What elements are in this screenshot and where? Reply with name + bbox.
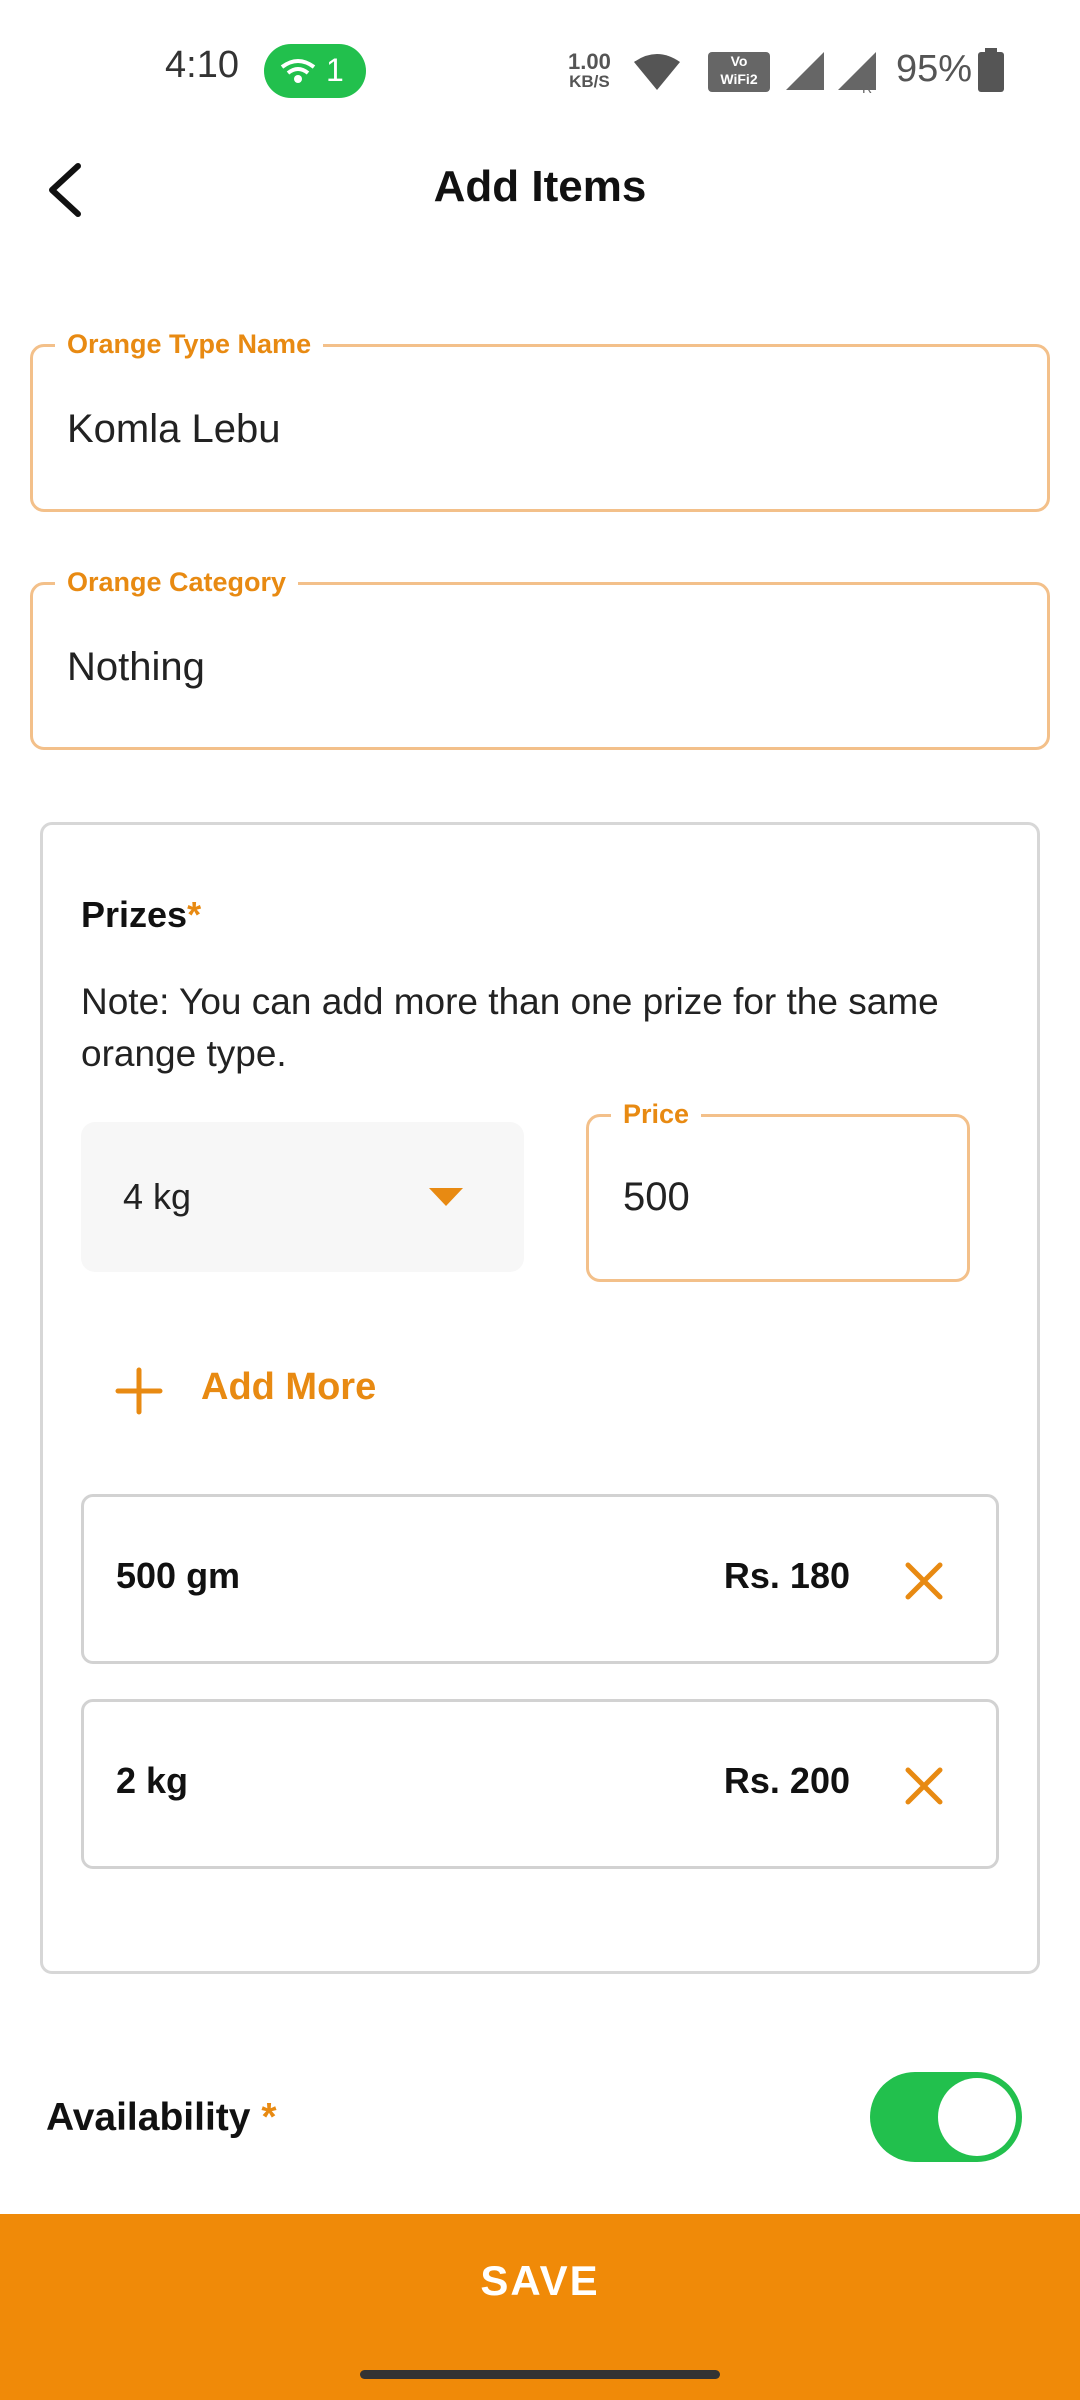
size-dropdown[interactable]: 4 kg <box>81 1122 524 1272</box>
dropdown-arrow-icon <box>429 1188 463 1206</box>
price-label: Price <box>611 1099 702 1130</box>
add-more-button[interactable]: Add More <box>201 1366 376 1409</box>
battery-icon <box>978 48 1004 92</box>
home-indicator[interactable] <box>360 2370 720 2379</box>
prizes-title: Prizes* <box>81 894 202 935</box>
hotspot-indicator: 1 <box>264 44 366 98</box>
net-speed-unit: KB/S <box>569 72 610 91</box>
hotspot-icon <box>280 59 316 83</box>
orange-category-label: Orange Category <box>55 567 299 598</box>
svg-text:R: R <box>862 80 872 94</box>
status-time: 4:10 <box>165 44 239 86</box>
price-value: 500 <box>623 1175 690 1219</box>
orange-category-field[interactable]: Orange Category Nothing <box>30 567 1050 750</box>
price-item-size: 2 kg <box>116 1760 189 1801</box>
availability-toggle[interactable] <box>870 2072 1022 2162</box>
price-item-size: 500 gm <box>116 1555 241 1596</box>
price-list-item: 2 kg Rs. 200 <box>81 1699 999 1869</box>
price-field[interactable]: Price 500 <box>586 1099 970 1282</box>
signal-icon <box>786 52 824 90</box>
orange-category-value: Nothing <box>67 645 205 689</box>
required-asterisk: * <box>261 2096 277 2139</box>
remove-icon[interactable] <box>902 1764 946 1808</box>
orange-type-name-field[interactable]: Orange Type Name Komla Lebu <box>30 329 1050 512</box>
price-list-item: 500 gm Rs. 180 <box>81 1494 999 1664</box>
orange-type-name-value: Komla Lebu <box>67 407 281 451</box>
availability-label: Availability * <box>46 2096 277 2139</box>
price-item-price: Rs. 200 <box>723 1760 850 1801</box>
save-label: SAVE <box>480 2257 600 2304</box>
network-speed: 1.00 KB/S <box>568 49 611 92</box>
plus-icon[interactable] <box>114 1366 164 1416</box>
orange-type-name-label: Orange Type Name <box>55 329 324 360</box>
toggle-knob <box>938 2078 1016 2156</box>
signal-roaming-icon: R <box>838 52 876 94</box>
hotspot-count: 1 <box>326 52 344 88</box>
prizes-note: Note: You can add more than one prize fo… <box>81 981 939 1074</box>
page-title: Add Items <box>433 162 647 211</box>
wifi-icon <box>634 54 680 90</box>
size-dropdown-value: 4 kg <box>123 1176 192 1217</box>
required-asterisk: * <box>187 894 202 935</box>
remove-icon[interactable] <box>902 1559 946 1603</box>
net-speed-value: 1.00 <box>568 49 611 74</box>
battery-percent: 95% <box>896 48 973 90</box>
price-item-price: Rs. 180 <box>723 1555 850 1596</box>
volte-wifi-icon: Vo WiFi2 <box>708 52 770 92</box>
